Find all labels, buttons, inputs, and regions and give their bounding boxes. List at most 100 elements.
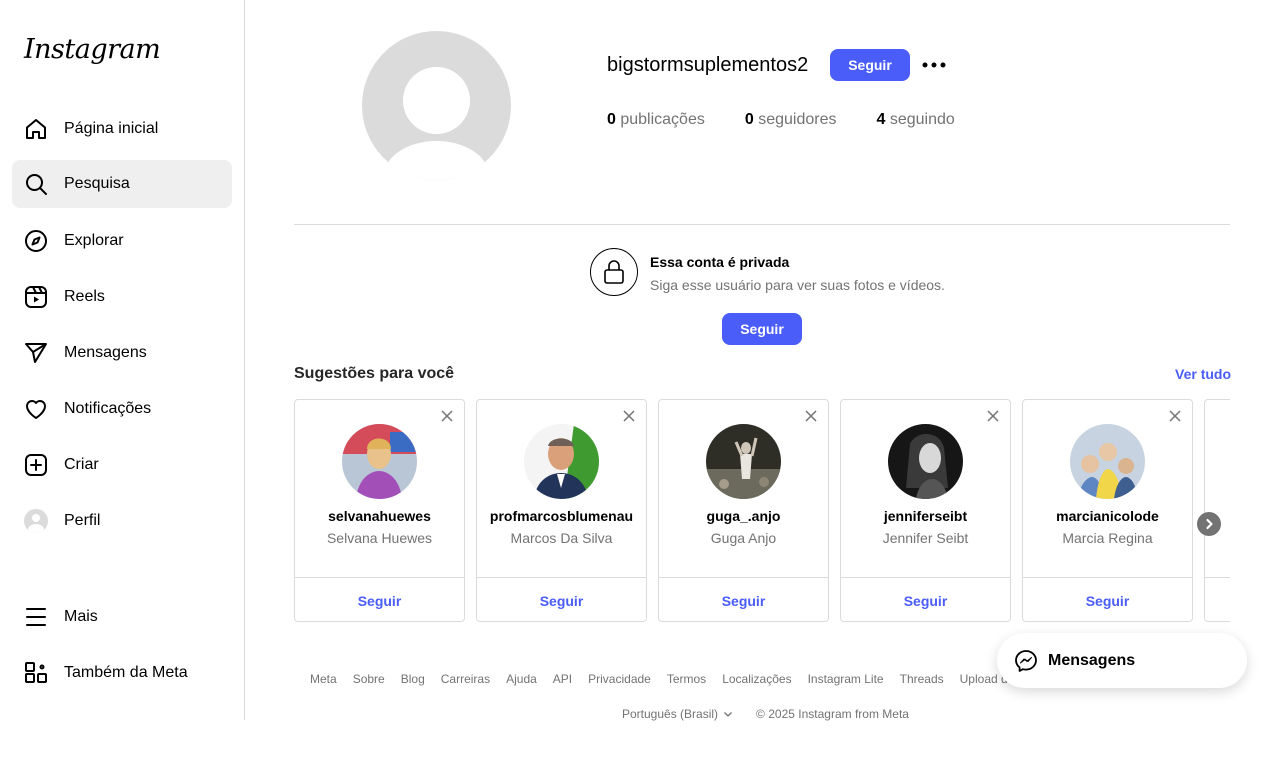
avatar-body-shape	[384, 141, 489, 180]
sidebar-item-messages[interactable]: Mensagens	[12, 329, 232, 377]
suggestion-card: selvanahuewes Selvana Huewes Seguir	[294, 399, 465, 622]
footer-link[interactable]: Privacidade	[588, 672, 651, 686]
close-icon[interactable]	[622, 409, 636, 423]
language-selector[interactable]: Português (Brasil)	[622, 707, 734, 721]
messages-label: Mensagens	[1048, 651, 1136, 669]
profile-stats: 0 publicações 0 seguidores 4 seguindo	[607, 111, 995, 129]
private-account-title: Essa conta é privada	[650, 254, 790, 270]
profile-avatar[interactable]	[362, 31, 511, 180]
card-divider	[1023, 577, 1192, 578]
search-icon	[24, 172, 48, 196]
chevron-right-icon[interactable]	[1197, 512, 1221, 536]
messenger-icon	[1015, 649, 1037, 672]
footer-link[interactable]: Instagram Lite	[808, 672, 884, 686]
suggestion-avatar[interactable]	[342, 424, 417, 499]
suggestion-card: profmarcosblumenau Marcos Da Silva Segui…	[476, 399, 647, 622]
footer-bottom: Português (Brasil) © 2025 Instagram from…	[622, 707, 909, 721]
copyright: © 2025 Instagram from Meta	[756, 707, 909, 721]
sidebar: Instagram Página inicial Pesquisa Explor…	[0, 0, 245, 720]
suggestion-avatar[interactable]	[888, 424, 963, 499]
avatar-head-shape	[403, 67, 470, 134]
footer-link[interactable]: API	[553, 672, 572, 686]
send-icon	[24, 341, 48, 365]
footer-link[interactable]: Meta	[310, 672, 337, 686]
card-divider	[477, 577, 646, 578]
sidebar-item-label: Pesquisa	[64, 175, 130, 192]
sidebar-item-label: Também da Meta	[64, 664, 188, 681]
instagram-logo[interactable]: Instagram	[24, 34, 161, 65]
card-divider	[295, 577, 464, 578]
card-divider	[659, 577, 828, 578]
suggestion-username[interactable]: profmarcosblumenau	[477, 508, 646, 524]
suggestion-fullname: Selvana Huewes	[326, 530, 433, 546]
footer-link[interactable]: Blog	[401, 672, 425, 686]
avatar	[24, 509, 48, 533]
messages-button[interactable]: Mensagens	[997, 633, 1247, 688]
footer-link[interactable]: Sobre	[353, 672, 385, 686]
follow-button[interactable]: Seguir	[830, 49, 910, 81]
sidebar-item-label: Perfil	[64, 512, 101, 529]
footer-link[interactable]: Termos	[667, 672, 706, 686]
footer-link[interactable]: Localizações	[722, 672, 791, 686]
lock-icon	[590, 248, 638, 296]
more-options-icon[interactable]	[919, 54, 949, 76]
suggestion-avatar[interactable]	[524, 424, 599, 499]
sidebar-item-notifications[interactable]: Notificações	[12, 385, 232, 433]
suggestion-username[interactable]: jenniferseibt	[841, 508, 1010, 524]
sidebar-item-label: Mensagens	[64, 344, 147, 361]
close-icon[interactable]	[1168, 409, 1182, 423]
suggestion-follow-button[interactable]: Seguir	[841, 593, 1010, 609]
close-icon[interactable]	[440, 409, 454, 423]
follow-private-button[interactable]: Seguir	[722, 313, 802, 345]
sidebar-item-label: Explorar	[64, 232, 124, 249]
suggestion-follow-button[interactable]: Seguir	[477, 593, 646, 609]
sidebar-item-reels[interactable]: Reels	[12, 273, 232, 321]
chevron-down-icon	[724, 712, 733, 717]
card-divider	[841, 577, 1010, 578]
suggestion-follow-button[interactable]: Seguir	[1023, 593, 1192, 609]
suggestion-avatar[interactable]	[706, 424, 781, 499]
suggestions-carousel: selvanahuewes Selvana Huewes Seguir prof…	[294, 399, 1230, 623]
sidebar-item-home[interactable]: Página inicial	[12, 105, 232, 153]
followers-stat[interactable]: 0 seguidores	[745, 111, 837, 129]
sidebar-item-also-from-meta[interactable]: Também da Meta	[12, 649, 232, 697]
profile-username: bigstormsuplementos2	[607, 54, 809, 76]
followers-count: 0	[744, 111, 754, 128]
followers-label: seguidores	[753, 111, 837, 128]
posts-count: 0	[607, 111, 616, 128]
suggestion-avatar[interactable]	[1070, 424, 1145, 499]
close-icon[interactable]	[804, 409, 818, 423]
suggestion-follow-button[interactable]: Seguir	[659, 593, 828, 609]
following-stat[interactable]: 4 seguindo	[876, 111, 954, 129]
sidebar-item-explore[interactable]: Explorar	[12, 217, 232, 265]
sidebar-item-search[interactable]: Pesquisa	[12, 160, 232, 208]
close-icon[interactable]	[986, 409, 1000, 423]
sidebar-item-profile[interactable]: Perfil	[12, 497, 232, 545]
suggestion-username[interactable]: guga_.anjo	[659, 508, 828, 524]
home-icon	[24, 117, 48, 141]
language-label: Português (Brasil)	[622, 707, 719, 721]
grid-icon	[24, 661, 48, 685]
suggestion-fullname: Marcia Regina	[1062, 530, 1153, 546]
see-all-link[interactable]: Ver tudo	[1175, 366, 1231, 382]
footer-link[interactable]: Carreiras	[441, 672, 490, 686]
sidebar-item-create[interactable]: Criar	[12, 441, 232, 489]
heart-icon	[24, 397, 48, 421]
sidebar-item-label: Mais	[64, 608, 98, 625]
sidebar-item-more[interactable]: Mais	[12, 593, 232, 641]
suggestion-follow-button[interactable]: Seguir	[295, 593, 464, 609]
suggestion-card: jenniferseibt Jennifer Seibt Seguir	[840, 399, 1011, 622]
compass-icon	[24, 229, 48, 253]
posts-stat: 0 publicações	[607, 111, 705, 129]
card-divider	[1205, 577, 1230, 578]
suggestion-fullname: Jennifer Seibt	[882, 530, 969, 546]
footer-link[interactable]: Ajuda	[506, 672, 537, 686]
footer-link[interactable]: Threads	[900, 672, 944, 686]
sidebar-item-label: Criar	[64, 456, 99, 473]
suggestion-card: marcianicolode Marcia Regina Seguir	[1022, 399, 1193, 622]
suggestion-fullname: Guga Anjo	[710, 530, 777, 546]
suggestion-username[interactable]: marcianicolode	[1023, 508, 1192, 524]
sidebar-item-label: Página inicial	[64, 120, 159, 137]
plus-square-icon	[24, 453, 48, 477]
suggestion-username[interactable]: selvanahuewes	[295, 508, 464, 524]
